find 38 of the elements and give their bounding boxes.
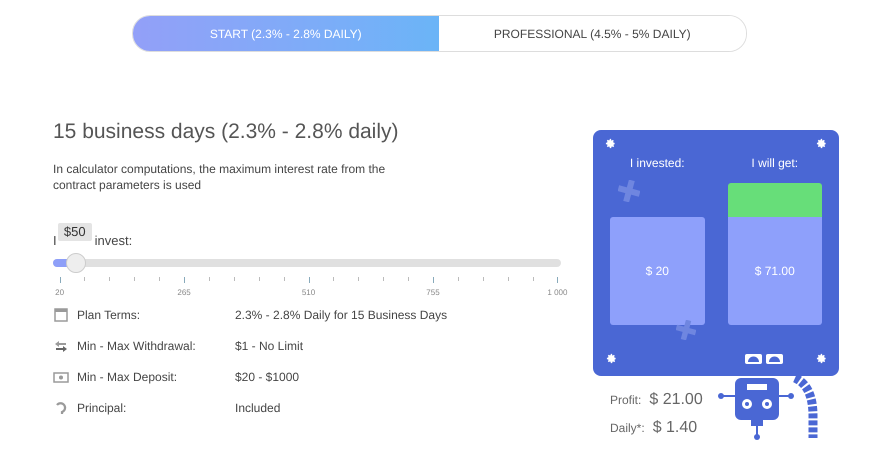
- calendar-icon: [53, 307, 69, 323]
- profit-label: Profit:: [610, 392, 642, 409]
- gauge-icon: [745, 354, 783, 364]
- invest-label: invest:: [94, 233, 132, 249]
- tick-label: 1 000: [547, 287, 568, 299]
- daily-value: $ 1.40: [652, 418, 698, 438]
- return-label: I will get:: [751, 155, 798, 172]
- gear-icon: [816, 353, 827, 364]
- term-value: 2.3% - 2.8% Daily for 15 Business Days: [235, 307, 448, 324]
- tick-label: 755: [426, 287, 440, 299]
- return-icon: [53, 400, 69, 416]
- gear-icon: [606, 353, 617, 364]
- term-value: $20 - $1000: [235, 369, 300, 386]
- term-label: Min - Max Deposit:: [77, 369, 178, 386]
- tick-label: 265: [177, 287, 191, 299]
- tick-label: 20: [55, 287, 64, 299]
- daily-label: Daily*:: [610, 420, 645, 437]
- term-label: Min - Max Withdrawal:: [77, 338, 197, 355]
- term-label: Plan Terms:: [77, 307, 142, 324]
- invest-label: I: [53, 233, 57, 249]
- invested-label: I invested:: [630, 155, 685, 172]
- calculator-note: In calculator computations, the maximum interest rate from the contract parameters is used: [53, 161, 386, 193]
- term-value: Included: [235, 400, 280, 417]
- slider-track[interactable]: [53, 259, 561, 267]
- term-label: Principal:: [77, 400, 128, 417]
- invested-amount: $ 20: [646, 263, 669, 280]
- value-tooltip: $50: [58, 223, 92, 241]
- slider-thumb[interactable]: [66, 253, 86, 273]
- plus-icon: [618, 180, 640, 202]
- return-amount: $ 71.00: [754, 263, 795, 280]
- profit-value: $ 21.00: [649, 390, 703, 410]
- plus-icon: [676, 320, 696, 340]
- gear-icon: [816, 138, 827, 149]
- plan-title: 15 business days (2.3% - 2.8% daily): [53, 119, 400, 145]
- tick-label: 510: [302, 287, 316, 299]
- gear-icon: [605, 138, 616, 149]
- term-value: $1 - No Limit: [235, 338, 304, 355]
- transfer-icon: [53, 338, 69, 354]
